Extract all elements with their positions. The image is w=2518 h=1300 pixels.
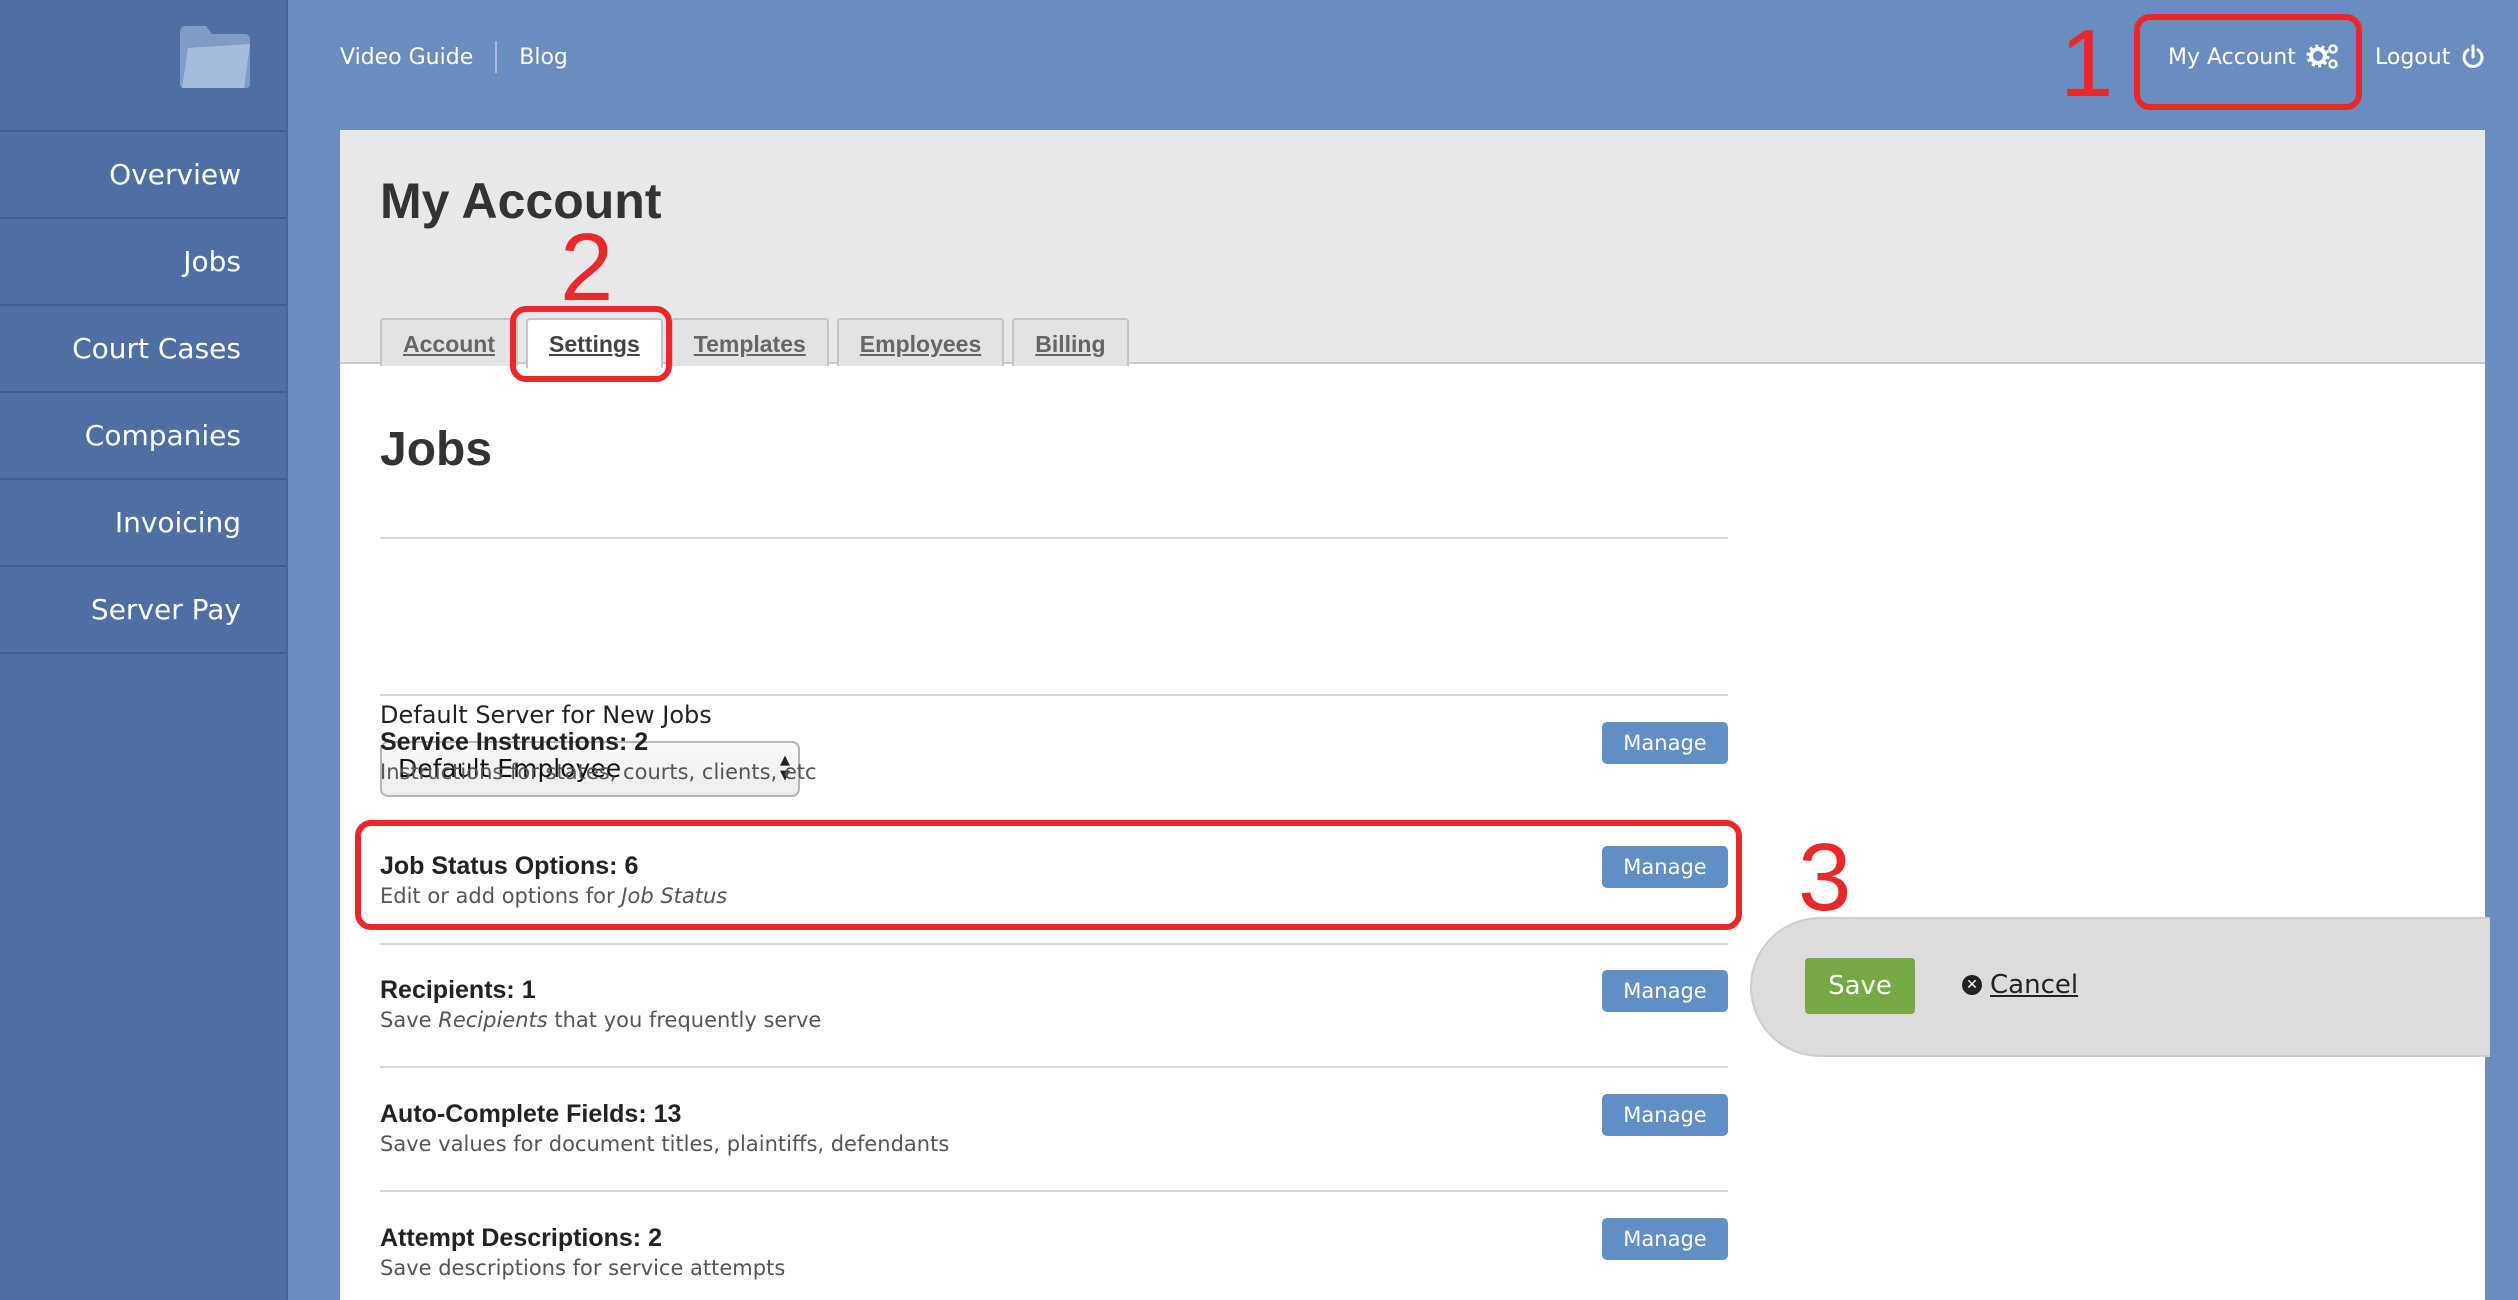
annotation-number-3: 3	[1798, 824, 1852, 931]
manage-recipients-button[interactable]: Manage	[1602, 970, 1728, 1012]
logout-label: Logout	[2375, 44, 2451, 70]
option-description: Edit or add options for Job Status	[380, 884, 728, 908]
manage-attempt-descriptions-button[interactable]: Manage	[1602, 1218, 1728, 1260]
folder-icon[interactable]	[176, 22, 254, 92]
video-guide-link[interactable]: Video Guide	[340, 45, 473, 70]
power-icon	[2462, 44, 2484, 68]
annotation-number-1: 1	[2060, 10, 2114, 117]
save-button[interactable]: Save	[1805, 958, 1915, 1014]
sidebar-item-invoicing[interactable]: Invoicing	[0, 480, 286, 567]
page-title: My Account	[380, 173, 662, 229]
option-title: Attempt Descriptions: 2	[380, 1224, 662, 1252]
logout-link[interactable]: Logout	[2375, 40, 2486, 74]
manage-auto-complete-button[interactable]: Manage	[1602, 1094, 1728, 1136]
divider	[380, 1066, 1728, 1068]
sidebar: Overview Jobs Court Cases Companies Invo…	[0, 0, 288, 1300]
divider	[380, 537, 1728, 539]
tab-employees[interactable]: Employees	[836, 318, 1005, 366]
manage-service-instructions-button[interactable]: Manage	[1602, 722, 1728, 764]
option-description: Instructions for states, courts, clients…	[380, 760, 817, 784]
main-panel: My Account Account Settings Templates Em…	[340, 130, 2485, 1300]
sidebar-nav: Overview Jobs Court Cases Companies Invo…	[0, 130, 286, 654]
tab-settings[interactable]: Settings	[526, 318, 663, 368]
top-links: Video Guide Blog	[340, 40, 568, 74]
option-title: Job Status Options: 6	[380, 852, 639, 880]
option-title: Service Instructions: 2	[380, 728, 649, 756]
sidebar-item-companies[interactable]: Companies	[0, 393, 286, 480]
option-title: Recipients: 1	[380, 976, 536, 1004]
option-description: Save descriptions for service attempts	[380, 1256, 786, 1280]
close-circle-icon: ✕	[1962, 975, 1982, 995]
cancel-button[interactable]: ✕ Cancel	[1962, 970, 2078, 1000]
top-link-divider	[495, 41, 498, 73]
my-account-link[interactable]: My Account	[2168, 40, 2340, 74]
tab-account[interactable]: Account	[380, 318, 518, 366]
sidebar-item-jobs[interactable]: Jobs	[0, 219, 286, 306]
account-tabs: Account Settings Templates Employees Bil…	[380, 316, 1137, 368]
section-title: Jobs	[380, 423, 493, 476]
sidebar-item-court-cases[interactable]: Court Cases	[0, 306, 286, 393]
manage-job-status-button[interactable]: Manage	[1602, 846, 1728, 888]
sidebar-item-server-pay[interactable]: Server Pay	[0, 567, 286, 654]
my-account-label: My Account	[2168, 44, 2296, 70]
sidebar-item-overview[interactable]: Overview	[0, 132, 286, 219]
divider	[380, 943, 1728, 945]
gears-icon	[2306, 44, 2338, 69]
divider	[380, 694, 1728, 696]
divider	[380, 1190, 1728, 1192]
tab-billing[interactable]: Billing	[1012, 318, 1129, 366]
option-description: Save values for document titles, plainti…	[380, 1132, 950, 1156]
option-title: Auto-Complete Fields: 13	[380, 1100, 682, 1128]
cancel-label: Cancel	[1990, 970, 2079, 1000]
default-server-label: Default Server for New Jobs	[380, 701, 712, 729]
annotation-number-2: 2	[560, 214, 614, 321]
panel-header: My Account Account Settings Templates Em…	[340, 130, 2485, 368]
blog-link[interactable]: Blog	[519, 45, 568, 70]
tab-templates[interactable]: Templates	[670, 318, 829, 366]
option-description: Save Recipients that you frequently serv…	[380, 1008, 822, 1032]
